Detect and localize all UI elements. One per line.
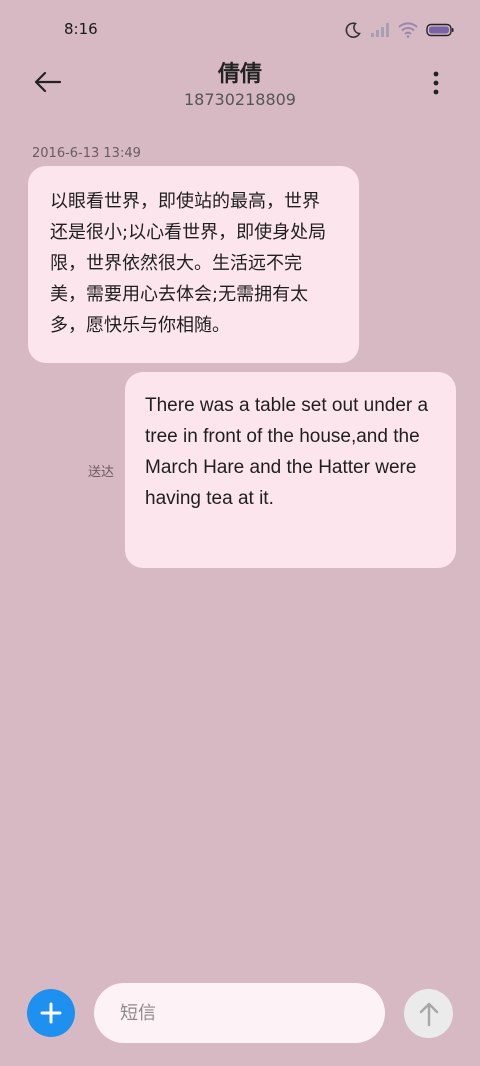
add-attachment-button[interactable] bbox=[27, 989, 75, 1037]
more-options-button[interactable] bbox=[426, 68, 446, 98]
message-timestamp: 2016-6-13 13:49 bbox=[32, 146, 141, 161]
message-input[interactable] bbox=[94, 983, 385, 1043]
more-vertical-icon bbox=[433, 71, 439, 95]
signal-icon bbox=[370, 22, 390, 38]
moon-icon bbox=[344, 21, 362, 39]
battery-icon bbox=[426, 23, 454, 37]
contact-number: 18730218809 bbox=[184, 90, 296, 109]
status-icons bbox=[344, 21, 454, 39]
delivery-status: 送达 bbox=[88, 465, 115, 480]
message-text: 以眼看世界，即使站的最高，世界还是很小;以心看世界，即使身处局限，世界依然很大。… bbox=[50, 191, 327, 336]
incoming-message-bubble[interactable]: 以眼看世界，即使站的最高，世界还是很小;以心看世界，即使身处局限，世界依然很大。… bbox=[28, 166, 359, 363]
plus-icon bbox=[40, 1002, 62, 1024]
status-time: 8:16 bbox=[64, 20, 98, 38]
arrow-up-icon bbox=[419, 1002, 438, 1026]
conversation-header: 倩倩 18730218809 bbox=[0, 52, 480, 122]
send-button[interactable] bbox=[404, 989, 453, 1038]
contact-name: 倩倩 bbox=[217, 62, 262, 87]
outgoing-message-bubble[interactable]: There was a table set out under a tree i… bbox=[125, 372, 456, 568]
wifi-icon bbox=[398, 22, 418, 38]
message-text: There was a table set out under a tree i… bbox=[145, 395, 429, 509]
